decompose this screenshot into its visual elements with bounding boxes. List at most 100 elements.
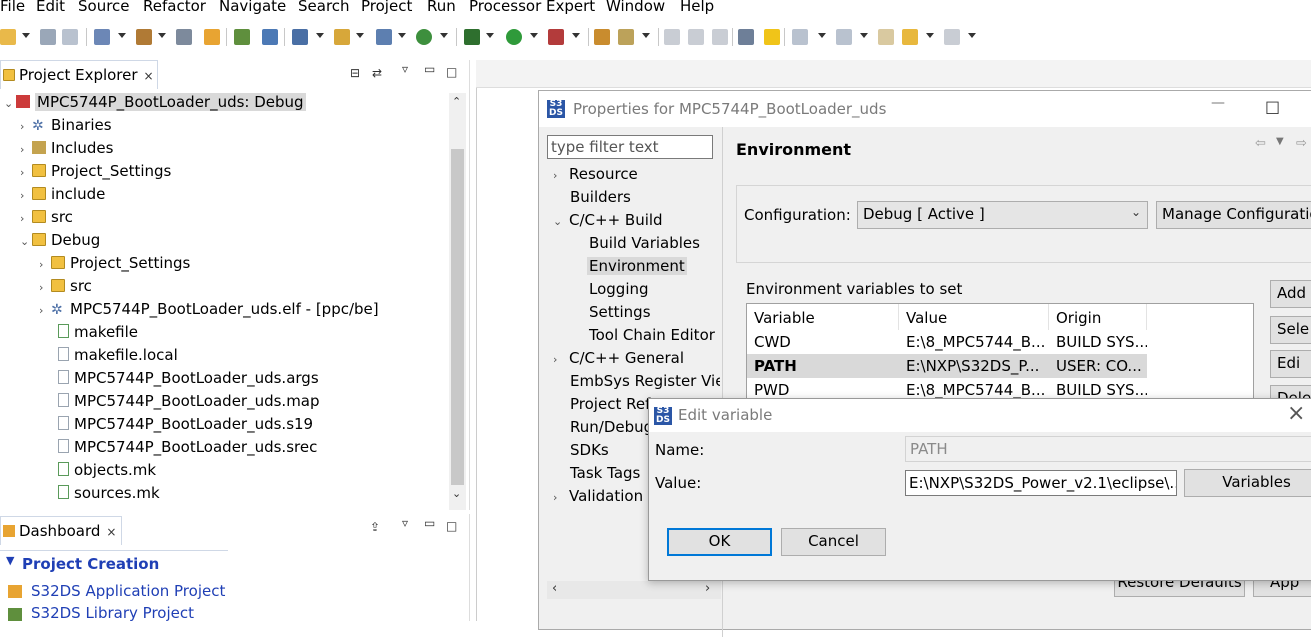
external-tools-dropdown-icon[interactable] (572, 33, 580, 38)
next-annotation-dropdown-icon[interactable] (818, 33, 826, 38)
maximize-icon[interactable]: □ (446, 519, 457, 533)
menu-search[interactable]: Search (298, 0, 350, 15)
new-file-dropdown-icon[interactable] (398, 33, 406, 38)
minimize-icon[interactable]: ▭ (424, 62, 435, 76)
close-icon[interactable]: × (1287, 401, 1305, 426)
nav-logging[interactable]: Logging (589, 280, 649, 298)
add-button[interactable]: Add (1270, 280, 1311, 308)
tab-dashboard[interactable]: Dashboard × (0, 516, 122, 545)
pin-icon[interactable] (738, 29, 754, 45)
new-file-icon[interactable] (376, 29, 392, 45)
menu-refactor[interactable]: Refactor (143, 0, 206, 15)
tree-item-debug-src[interactable]: › src (39, 275, 92, 298)
toggle-block-icon[interactable] (688, 29, 704, 45)
nav-project-references[interactable]: Project Refe (570, 395, 660, 413)
close-icon[interactable]: × (144, 69, 154, 83)
chevron-right-icon[interactable]: › (39, 299, 51, 322)
variables-button[interactable]: Variables (1184, 469, 1311, 497)
back-dropdown-icon[interactable] (926, 33, 934, 38)
table-row[interactable]: PATH E:\NXP\S32DS_P... USER: CO... (747, 354, 1147, 378)
nav-builders[interactable]: Builders (570, 188, 631, 206)
chevron-right-icon[interactable]: › (553, 353, 569, 366)
search-icon[interactable] (618, 29, 634, 45)
maximize-icon[interactable]: □ (1265, 97, 1280, 116)
nav-validation[interactable]: › Validation (553, 487, 643, 505)
tree-item-debug-project-settings[interactable]: › Project_Settings (39, 252, 190, 275)
build-config-dropdown-icon[interactable] (118, 33, 126, 38)
forward-arrow-icon[interactable]: ⇨ (1296, 136, 1307, 151)
chevron-right-icon[interactable]: › (20, 115, 32, 138)
save-all-icon[interactable] (62, 29, 78, 45)
tree-item-args[interactable]: MPC5744P_BootLoader_uds.args (58, 367, 319, 390)
chevron-right-icon[interactable]: › (20, 207, 32, 230)
menu-edit[interactable]: Edit (36, 0, 65, 15)
chevron-down-icon[interactable]: ⌄ (553, 215, 569, 228)
chevron-down-icon[interactable]: ⌄ (20, 230, 32, 253)
tree-item-elf[interactable]: › ✲ MPC5744P_BootLoader_uds.elf - [ppc/be] (39, 298, 379, 321)
menu-navigate[interactable]: Navigate (219, 0, 286, 15)
tree-item-project[interactable]: ⌄ MPC5744P_BootLoader_uds: Debug (4, 91, 306, 114)
next-annotation-icon[interactable] (792, 29, 808, 45)
nav-task-tags[interactable]: Task Tags (570, 464, 640, 482)
show-whitespace-icon[interactable] (712, 29, 728, 45)
new-folder-dropdown-icon[interactable] (356, 33, 364, 38)
tab-project-explorer[interactable]: Project Explorer × (0, 60, 158, 89)
nav-cpp-general[interactable]: › C/C++ General (553, 349, 684, 367)
tree-item-binaries[interactable]: › ✲ Binaries (20, 114, 112, 137)
hammer-build-icon[interactable] (136, 29, 152, 45)
tree-item-src[interactable]: › src (20, 206, 73, 229)
maximize-icon[interactable]: □ (446, 65, 457, 79)
new-project-icon[interactable] (204, 29, 220, 45)
menu-project[interactable]: Project (361, 0, 412, 15)
column-header-value[interactable]: Value (899, 304, 1049, 330)
ok-button[interactable]: OK (667, 528, 772, 556)
minimize-icon[interactable]: — (1211, 95, 1225, 111)
column-header-variable[interactable]: Variable (747, 304, 899, 330)
tree-item-srec[interactable]: MPC5744P_BootLoader_uds.srec (58, 436, 317, 459)
collapse-all-icon[interactable]: ⊟ (350, 66, 360, 80)
new-class-dropdown-icon[interactable] (316, 33, 324, 38)
select-button[interactable]: Sele (1270, 316, 1311, 344)
component-icon[interactable] (234, 29, 250, 45)
column-header-origin[interactable]: Origin (1049, 304, 1147, 330)
lightning-icon[interactable] (764, 29, 780, 45)
explorer-scrollbar-thumb[interactable] (451, 149, 464, 485)
menu-window[interactable]: Window (606, 0, 665, 15)
nav-embsys[interactable]: EmbSys Register Vie (570, 372, 720, 390)
chevron-right-icon[interactable]: › (553, 491, 569, 504)
forward-icon[interactable] (944, 29, 960, 45)
binary-icon[interactable] (176, 29, 192, 45)
chevron-right-icon[interactable]: › (20, 138, 32, 161)
search-dropdown-icon[interactable] (642, 33, 650, 38)
new-folder-icon[interactable] (334, 29, 350, 45)
close-icon[interactable]: × (106, 525, 116, 539)
link-with-editor-icon[interactable]: ⇄ (372, 66, 382, 80)
view-menu-icon[interactable]: ▿ (402, 62, 408, 76)
tree-item-objects-mk[interactable]: objects.mk (58, 459, 156, 482)
scroll-left-icon[interactable]: ‹ (552, 581, 557, 596)
configuration-select[interactable]: Debug [ Active ] ⌄ (857, 201, 1148, 229)
nav-environment[interactable]: Environment (587, 257, 687, 275)
build-config-icon[interactable] (94, 29, 110, 45)
chevron-right-icon[interactable]: › (39, 253, 51, 276)
scroll-down-icon[interactable]: ⌄ (452, 487, 461, 500)
chevron-right-icon[interactable]: › (39, 276, 51, 299)
manage-configurations-button[interactable]: Manage Configuratio (1156, 201, 1311, 229)
nav-build-variables[interactable]: Build Variables (589, 234, 700, 252)
chevron-down-icon[interactable]: ⌄ (4, 92, 16, 115)
tree-item-s19[interactable]: MPC5744P_BootLoader_uds.s19 (58, 413, 313, 436)
tree-item-map[interactable]: MPC5744P_BootLoader_uds.map (58, 390, 320, 413)
chevron-right-icon[interactable]: › (553, 169, 569, 182)
menu-file[interactable]: File (0, 0, 25, 15)
refresh-dropdown-icon[interactable] (440, 33, 448, 38)
prev-annotation-icon[interactable] (836, 29, 852, 45)
chevron-down-icon[interactable]: ▼ (1276, 136, 1284, 147)
link-s32ds-library-project[interactable]: S32DS Library Project (31, 604, 194, 622)
refresh-icon[interactable] (416, 29, 432, 45)
open-type-icon[interactable] (594, 29, 610, 45)
chevron-down-icon[interactable]: ▼ (6, 554, 14, 567)
chevron-right-icon[interactable]: › (20, 161, 32, 184)
edit-button[interactable]: Edi (1270, 350, 1311, 378)
debug-dropdown-icon[interactable] (486, 33, 494, 38)
nav-resource[interactable]: › Resource (553, 165, 638, 183)
